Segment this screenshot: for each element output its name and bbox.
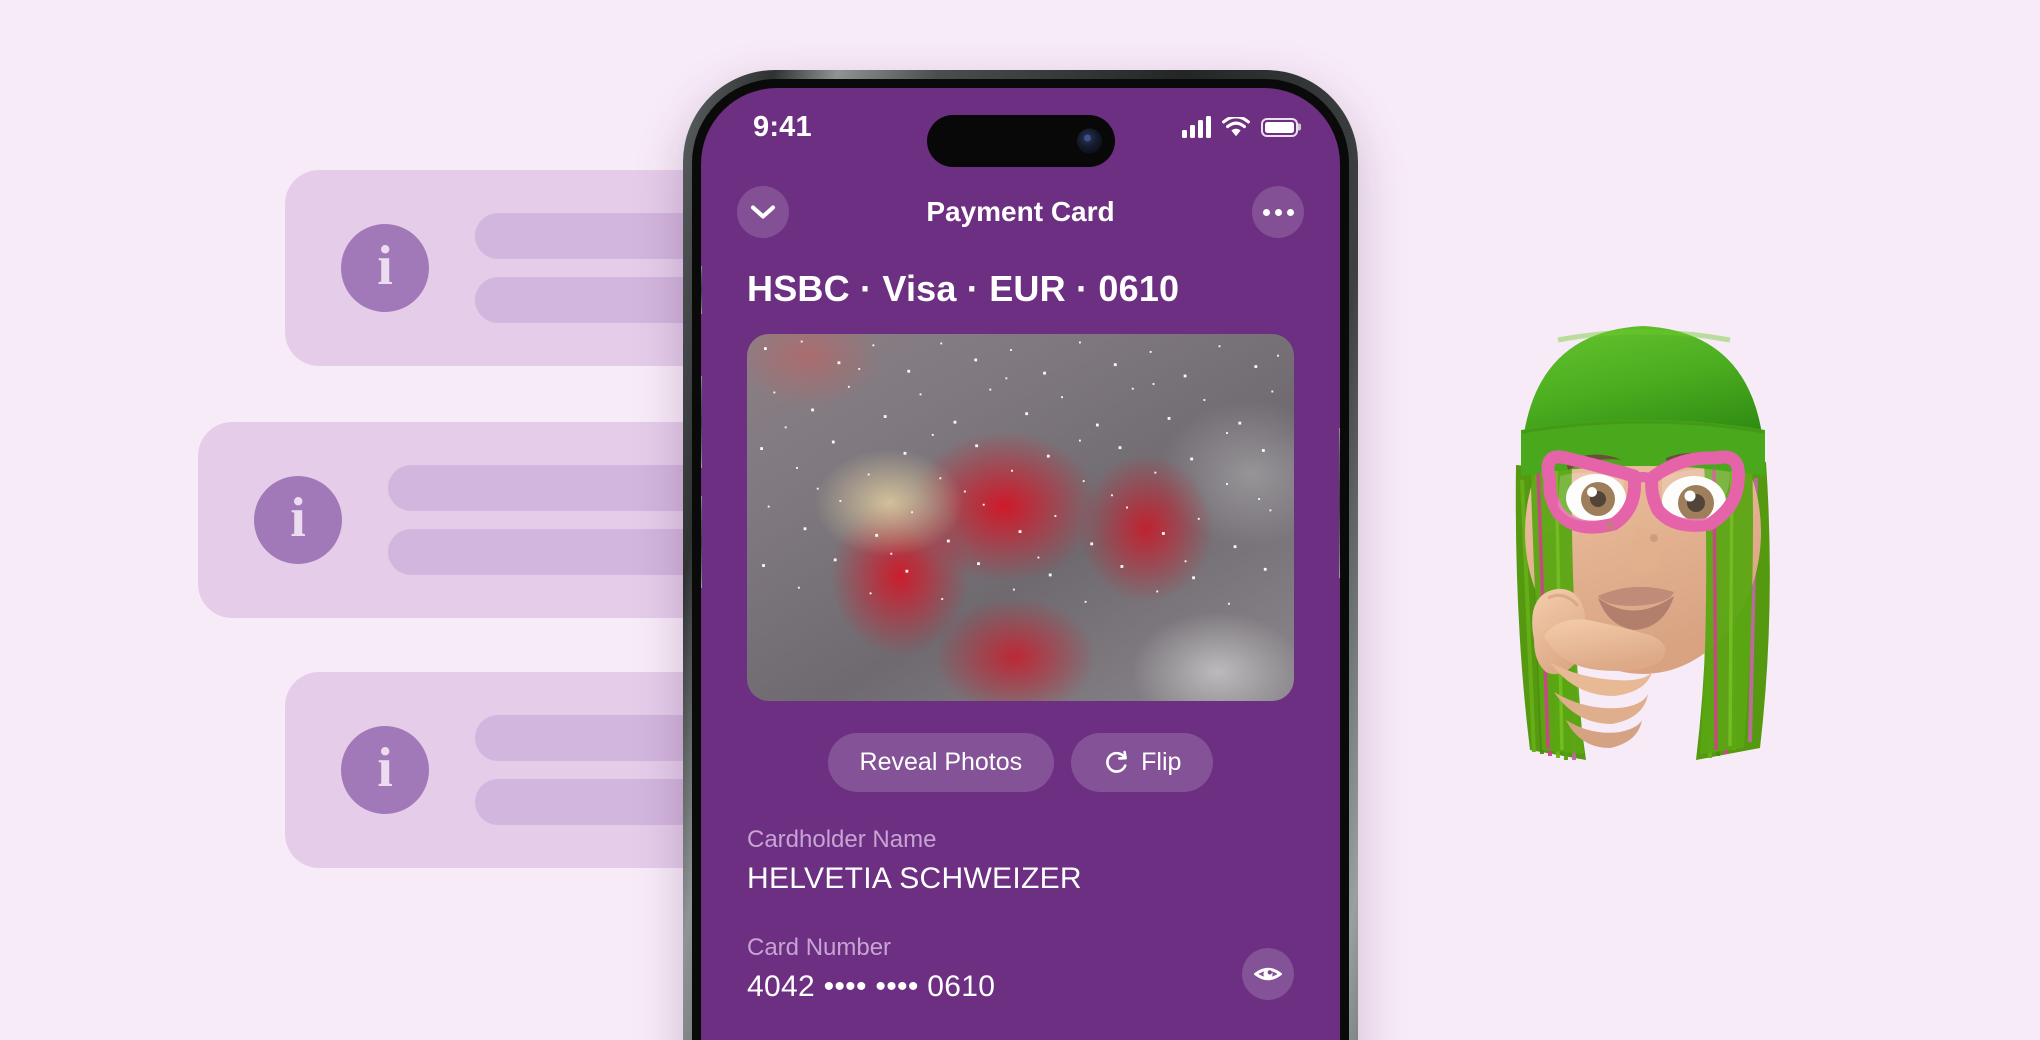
iphone-device: 9:41 Payment Card HSBC · Visa · EUR · 06… [683,70,1358,1040]
eye-icon [1254,967,1282,981]
card-heading: HSBC · Visa · EUR · 0610 [747,268,1180,309]
battery-icon [1261,117,1298,137]
phone-bezel: 9:41 Payment Card HSBC · Visa · EUR · 06… [692,79,1349,1040]
placeholder-card: i [198,422,765,618]
memoji-avatar [1438,280,1848,770]
field-label: Card Number [747,934,892,961]
field-label: Cardholder Name [747,826,937,853]
field-value: HELVETIA SCHWEIZER [747,862,1082,895]
navigation-bar: Payment Card [701,176,1340,248]
flip-button[interactable]: Flip [1071,733,1214,792]
flip-label: Flip [1141,748,1182,776]
blurred-card-photo[interactable] [747,334,1294,701]
info-icon: i [341,726,429,814]
photo-noise-overlay [760,340,1279,605]
flip-icon [1106,750,1128,773]
field-cardholder-name: Cardholder Name HELVETIA SCHWEIZER [747,826,1294,896]
card-detail-content: HSBC · Visa · EUR · 0610 Reveal Photos F… [701,248,1340,1040]
phone-screen: 9:41 Payment Card HSBC · Visa · EUR · 06… [701,88,1340,1040]
back-button[interactable] [737,186,789,238]
dynamic-island [926,115,1115,167]
card-fields: Cardholder Name HELVETIA SCHWEIZER Card … [701,826,1340,1040]
front-camera-icon [1076,128,1102,154]
field-value: 4042 •••• •••• 0610 [747,970,996,1003]
info-icon: i [341,224,429,312]
info-icon: i [254,476,342,564]
signal-bars-icon [1182,116,1211,138]
card-action-buttons: Reveal Photos Flip [701,733,1340,792]
field-card-number: Card Number 4042 •••• •••• 0610 [747,934,1294,1004]
background-placeholder-cards: i i i [0,0,765,1040]
more-options-button[interactable] [1252,186,1304,238]
page-title: Payment Card [926,196,1115,227]
reveal-photos-label: Reveal Photos [859,748,1023,776]
reveal-card-number-button[interactable] [1242,948,1294,1000]
ellipsis-icon [1262,208,1294,216]
wifi-icon [1222,116,1250,136]
status-icons [1182,116,1298,138]
status-time: 9:41 [753,110,812,143]
reveal-photos-button[interactable]: Reveal Photos [827,733,1055,792]
chevron-down-icon [750,205,776,219]
